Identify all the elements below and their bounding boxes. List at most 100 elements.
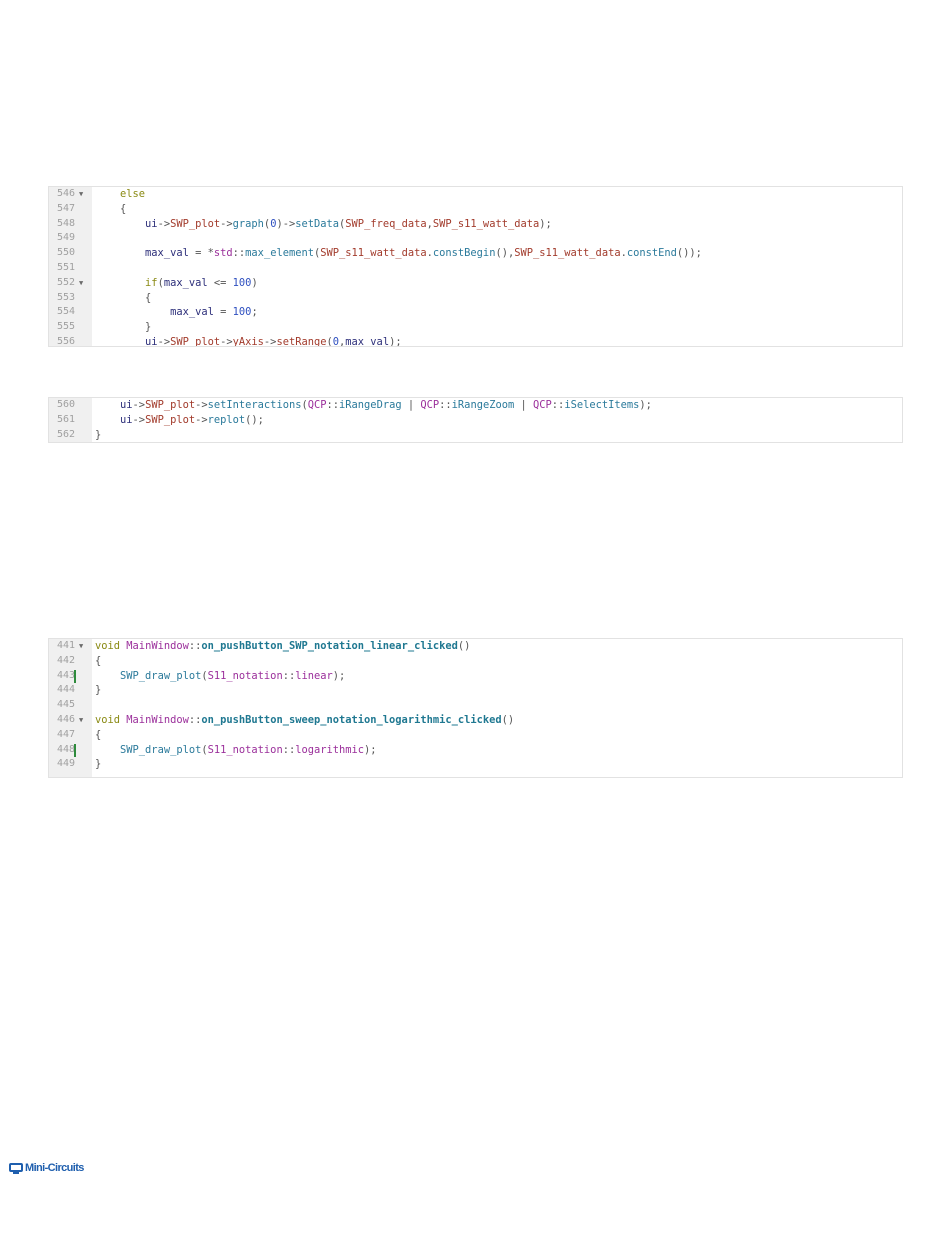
code-token: SWP_s11_watt_data: [320, 247, 427, 260]
line-number: 560: [56, 399, 75, 410]
code-token: ): [251, 276, 258, 289]
code-lines: 560 ui->SWP_plot->setInteractions(QCP::i…: [49, 398, 902, 442]
code-text: ui->SWP_plot->replot();: [95, 413, 264, 428]
fold-arrow-icon[interactable]: ▼: [79, 187, 87, 202]
code-token: ::: [188, 640, 202, 652]
fold-arrow-icon[interactable]: ▼: [79, 276, 87, 291]
code-token: void: [95, 713, 121, 726]
code-token: iRangeZoom: [451, 399, 515, 411]
code-line: 447 {: [49, 728, 902, 743]
code-token: SWP_draw_plot: [120, 743, 202, 756]
logo-text: Mini-Circuits: [25, 1162, 84, 1174]
code-token: S11_notation: [207, 743, 283, 756]
code-token: ;: [251, 306, 258, 319]
code-token: ->: [220, 335, 233, 347]
code-token: SWP_plot: [170, 217, 221, 230]
code-line: 552 ▼ if(max_val <= 100): [49, 276, 902, 291]
code-token: max_val: [163, 276, 208, 289]
code-token: yAxis: [232, 335, 264, 347]
code-line: 548 ui->SWP_plot->graph(0)->setData(SWP_…: [49, 217, 902, 232]
line-number: 441: [56, 640, 75, 651]
code-token: ::: [232, 247, 246, 260]
code-token: logarithmic: [295, 743, 365, 756]
code-text: max_val = 100;: [95, 305, 258, 320]
code-token: }: [95, 684, 102, 697]
code-token: ();: [245, 413, 264, 426]
code-token: );: [539, 217, 552, 230]
fold-arrow-icon[interactable]: ▼: [79, 713, 87, 728]
code-token: SWP_s11_watt_data: [432, 217, 540, 230]
line-number: 444: [56, 684, 75, 696]
code-token: SWP_s11_watt_data: [514, 247, 621, 260]
code-token: 100: [232, 306, 252, 319]
code-text: void MainWindow::on_pushButton_sweep_not…: [95, 713, 514, 728]
code-token: ::: [551, 399, 565, 411]
code-token: MainWindow: [126, 640, 189, 652]
fold-arrow-icon[interactable]: ▼: [79, 639, 87, 654]
code-line: 553 {: [49, 291, 902, 306]
line-number: 553: [56, 291, 75, 303]
code-token: S11_notation: [207, 669, 283, 682]
code-text: SWP_draw_plot(S11_notation::logarithmic)…: [95, 743, 377, 758]
line-number: 445: [56, 699, 75, 711]
code-line: 549: [49, 231, 902, 246]
line-number: 552: [56, 276, 75, 288]
code-token: ::: [282, 743, 296, 756]
code-line: 442 {: [49, 654, 902, 669]
code-token: graph: [232, 217, 264, 230]
code-token: |: [401, 399, 421, 411]
code-token: max_val: [145, 247, 189, 260]
line-number: 443: [56, 669, 75, 681]
code-line: 550 max_val = *std::max_element(SWP_s11_…: [49, 246, 902, 261]
code-line: 443 SWP_draw_plot(S11_notation::linear);: [49, 669, 902, 684]
code-token: );: [364, 743, 377, 756]
code-token: }: [95, 321, 152, 334]
code-text: {: [95, 728, 101, 743]
code-token: ->: [263, 335, 277, 347]
code-line: 441 ▼ void MainWindow::on_pushButton_SWP_n…: [49, 639, 902, 654]
code-line: 547 {: [49, 202, 902, 217]
code-token: on_pushButton_sweep_notation_logarithmic…: [201, 713, 502, 726]
code-block-set-interactions: 560 ui->SWP_plot->setInteractions(QCP::i…: [48, 397, 903, 443]
code-line: 444}: [49, 683, 902, 698]
code-line: 551: [49, 261, 902, 276]
code-line: 446 ▼ void MainWindow::on_pushButton_sweep…: [49, 713, 902, 728]
code-token: );: [332, 669, 346, 682]
code-line: 561 ui->SWP_plot->replot();: [49, 413, 902, 428]
code-token: ui: [145, 335, 158, 347]
code-token: ->: [220, 217, 233, 230]
code-token: ::: [282, 669, 296, 682]
code-line: 448 SWP_draw_plot(S11_notation::logarith…: [49, 743, 902, 758]
code-text: void MainWindow::on_pushButton_SWP_notat…: [95, 639, 470, 654]
code-lines: 546 ▼ else 547 {548 ui->SWP_plot->graph(0)…: [49, 187, 902, 347]
code-token: ->: [132, 413, 146, 426]
code-line: 546 ▼ else: [49, 187, 902, 202]
code-token: );: [389, 335, 402, 347]
code-token: on_pushButton_SWP_notation_linear_clicke…: [201, 640, 458, 652]
code-text: max_val = *std::max_element(SWP_s11_watt…: [95, 246, 702, 261]
code-token: replot: [207, 413, 246, 426]
code-text: }: [95, 683, 101, 698]
code-text: ui->SWP_plot->graph(0)->setData(SWP_freq…: [95, 217, 552, 232]
monitor-icon: [9, 1162, 23, 1174]
code-token: SWP_plot: [145, 399, 196, 411]
line-number: 446: [56, 713, 75, 725]
code-token: void: [95, 640, 121, 652]
code-line: 560 ui->SWP_plot->setInteractions(QCP::i…: [49, 398, 902, 413]
code-token: if: [145, 276, 158, 289]
code-token: std: [213, 247, 233, 260]
code-token: ->: [195, 413, 208, 426]
code-token: ->: [157, 217, 171, 230]
code-token: setInteractions: [207, 399, 302, 411]
code-token: constEnd: [626, 247, 677, 260]
code-token: QCP: [307, 399, 327, 411]
line-number: 562: [56, 428, 75, 440]
code-token: <=: [207, 276, 233, 289]
code-text: else: [95, 187, 145, 202]
